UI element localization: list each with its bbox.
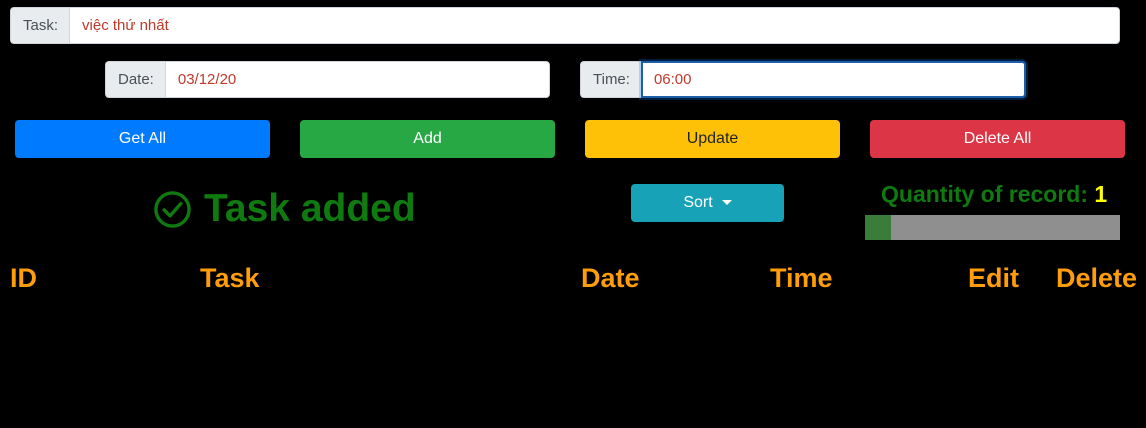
record-progress-bar	[865, 215, 1120, 240]
time-label: Time:	[580, 61, 641, 98]
task-input[interactable]: việc thứ nhất	[69, 7, 1120, 44]
quantity-count: 1	[1094, 181, 1108, 207]
header-edit: Edit	[968, 263, 1019, 293]
caret-down-icon	[721, 199, 732, 205]
sort-dropdown-button[interactable]: Sort	[631, 184, 784, 222]
time-input-group: Time: 06:00	[580, 61, 1026, 98]
sort-label: Sort	[683, 194, 713, 211]
add-button[interactable]: Add	[300, 120, 555, 158]
time-input[interactable]: 06:00	[640, 61, 1026, 98]
quantity-label: Quantity of record:	[881, 181, 1089, 207]
get-all-button[interactable]: Get All	[15, 120, 270, 158]
header-task: Task	[200, 263, 260, 293]
record-quantity: Quantity of record: 1	[881, 181, 1107, 208]
task-input-group: Task: việc thứ nhất	[10, 7, 1120, 44]
task-label: Task:	[10, 7, 70, 44]
status-text: Task added	[204, 187, 416, 230]
date-input[interactable]: 03/12/20	[164, 61, 550, 98]
delete-all-button[interactable]: Delete All	[870, 120, 1125, 158]
header-date: Date	[581, 263, 640, 293]
check-circle-icon	[154, 190, 191, 228]
date-input-group: Date: 03/12/20	[105, 61, 550, 98]
header-delete: Delete	[1056, 263, 1138, 293]
status-message: Task added	[153, 187, 416, 231]
header-id: ID	[10, 263, 37, 293]
progress-fill	[865, 215, 891, 240]
update-button[interactable]: Update	[585, 120, 840, 158]
date-label: Date:	[105, 61, 165, 98]
header-time: Time	[770, 263, 833, 293]
